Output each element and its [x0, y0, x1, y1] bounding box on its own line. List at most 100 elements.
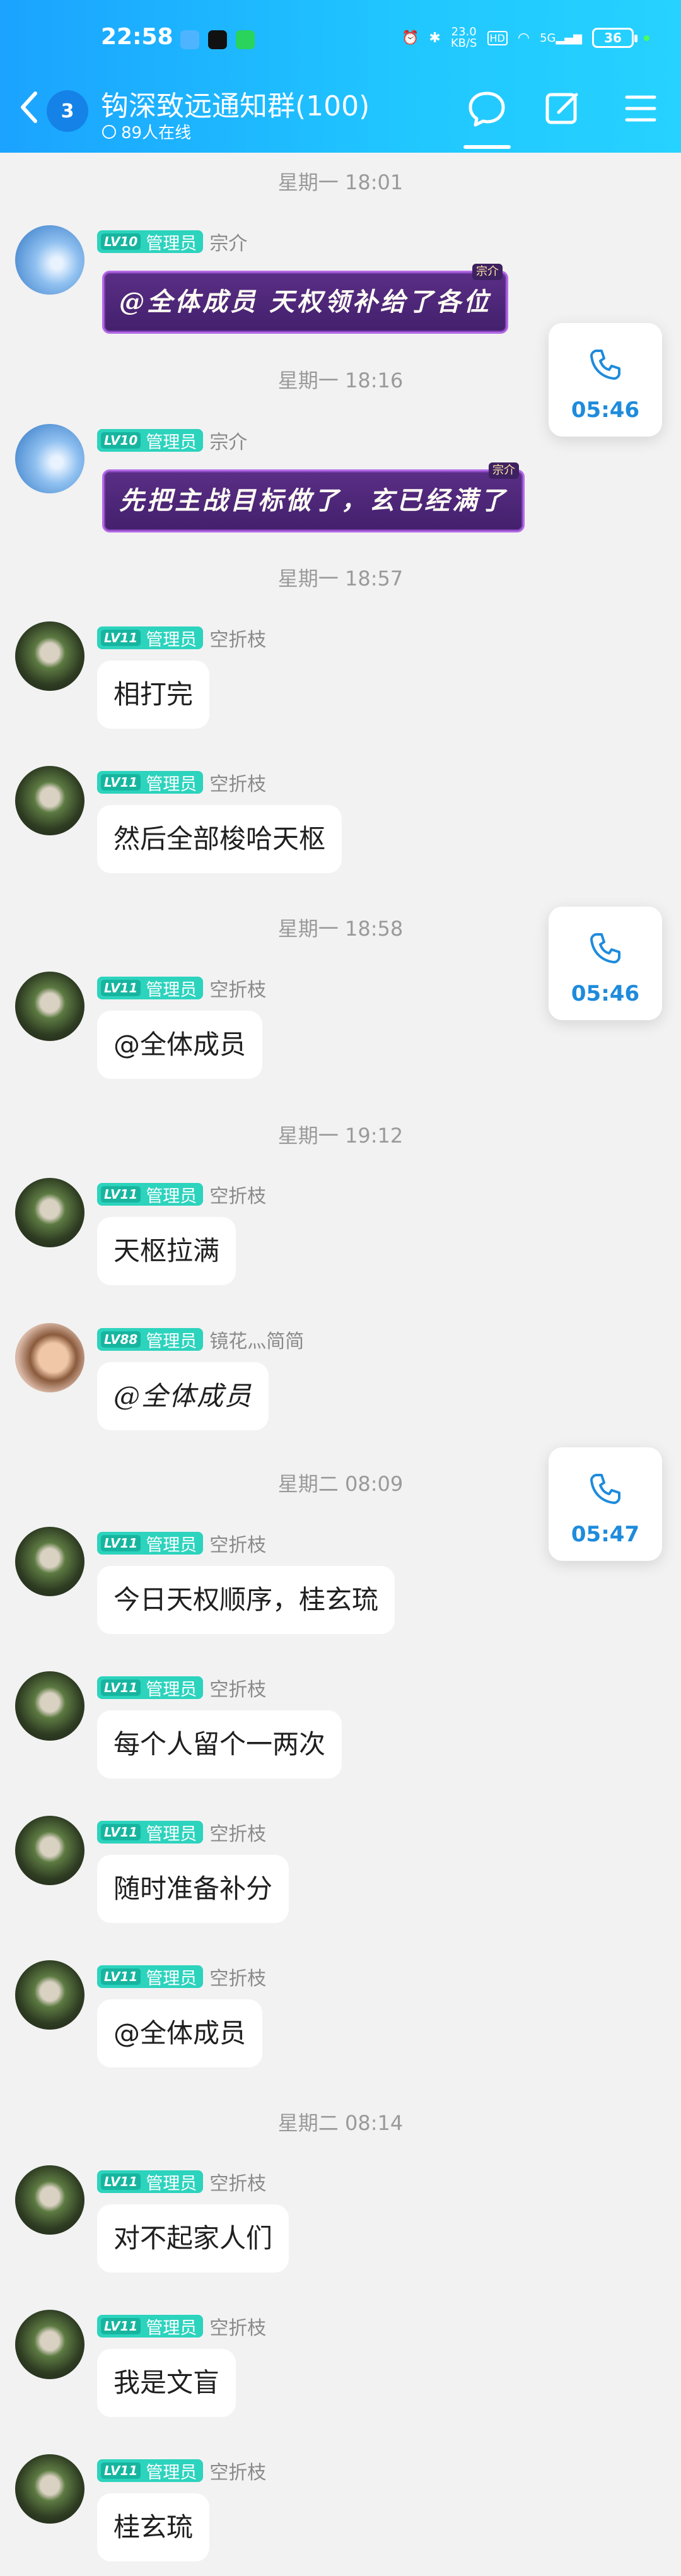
chevron-left-icon: [21, 91, 37, 123]
timestamp: 星期一 18:57: [277, 567, 404, 591]
avatar[interactable]: [15, 2165, 84, 2235]
timestamp: 星期二 08:09: [277, 1472, 404, 1496]
admin-badge: LV11 管理员: [97, 2459, 204, 2483]
message-meta: LV10 管理员 宗介: [97, 228, 247, 256]
wifi-icon: ◠: [517, 30, 530, 46]
message-meta: LV11 管理员 空折枝: [97, 1674, 266, 1702]
message-bubble[interactable]: 每个人留个一两次: [97, 1710, 342, 1779]
admin-badge: LV11 管理员: [97, 1821, 204, 1844]
battery-icon: 36: [592, 28, 637, 48]
wechat-icon: [236, 30, 255, 49]
admin-badge: LV11 管理员: [97, 626, 204, 650]
message-bubble[interactable]: 对不起家人们: [97, 2204, 289, 2273]
avatar[interactable]: [15, 1323, 84, 1392]
sender-name[interactable]: 空折枝: [209, 1818, 266, 1846]
message-meta: LV11 管理员 空折枝: [97, 624, 266, 652]
message-meta: LV88 管理员 镜花灬简简: [97, 1326, 304, 1353]
message-bubble[interactable]: 我是文盲: [97, 2349, 236, 2417]
bluetooth-icon: ✱: [429, 30, 441, 46]
avatar[interactable]: [15, 2310, 84, 2379]
sender-name[interactable]: 空折枝: [209, 974, 266, 1002]
message-bubble[interactable]: @全体成员: [97, 1999, 263, 2067]
admin-badge: LV11 管理员: [97, 1676, 204, 1700]
avatar[interactable]: [15, 1178, 84, 1247]
message-meta: LV11 管理员 空折枝: [97, 1820, 266, 1845]
avatar[interactable]: [15, 766, 84, 835]
avatar[interactable]: [15, 1816, 84, 1885]
message-bubble[interactable]: @全体成员: [97, 1362, 269, 1430]
app-icon-1: [180, 30, 199, 49]
bubble-tag: 宗介: [489, 462, 519, 479]
message-bubble[interactable]: 先把主战目标做了，玄已经满了 宗介: [102, 462, 525, 532]
sender-name[interactable]: 镜花灬简简: [209, 1326, 304, 1353]
admin-badge: LV11 管理员: [97, 2170, 204, 2194]
avatar[interactable]: [15, 424, 84, 493]
sender-name[interactable]: 宗介: [209, 228, 247, 256]
status-icons: ⏰ ✱ 23.0 KB/S HD ◠ 5G▂▄▆ 36: [402, 25, 649, 50]
net-speed: 23.0 KB/S: [450, 25, 477, 50]
message-meta: LV11 管理员 空折枝: [97, 1531, 266, 1556]
signal-icon: 5G▂▄▆: [540, 31, 582, 45]
avatar[interactable]: [15, 1527, 84, 1596]
group-title[interactable]: 钩深致远通知群(100): [101, 83, 370, 124]
alarm-icon: ⏰: [402, 30, 419, 46]
menu-icon[interactable]: [620, 88, 661, 129]
message-list[interactable]: 星期一 18:01 LV10 管理员 宗介 @全体成员 天权领补给了各位 宗介 05…: [0, 153, 681, 2576]
message-bubble[interactable]: 随时准备补分: [97, 1855, 289, 1923]
online-icon: [102, 124, 116, 139]
avatar[interactable]: [15, 972, 84, 1041]
chat-bubble-icon[interactable]: [467, 88, 507, 129]
message-bubble[interactable]: 桂玄琉: [97, 2493, 210, 2561]
avatar[interactable]: [15, 621, 84, 691]
message-bubble[interactable]: @全体成员 天权领补给了各位 宗介: [102, 264, 508, 334]
chat-header: 22:58 ⏰ ✱ 23.0 KB/S HD ◠ 5G▂▄▆ 36 3 钩深致远通…: [0, 0, 681, 153]
status-time: 22:58: [101, 24, 173, 50]
call-float-card[interactable]: 05:47: [549, 1447, 662, 1561]
sender-name[interactable]: 空折枝: [209, 1529, 266, 1557]
edit-icon[interactable]: [542, 88, 583, 129]
status-bar: 22:58 ⏰ ✱ 23.0 KB/S HD ◠ 5G▂▄▆ 36: [0, 0, 681, 69]
call-duration: 05:46: [571, 981, 640, 1006]
sender-name[interactable]: 空折枝: [209, 768, 266, 796]
timestamp: 星期一 18:16: [277, 368, 404, 392]
avatar[interactable]: [15, 225, 84, 295]
admin-badge: LV10 管理员: [97, 230, 204, 254]
message-meta: LV11 管理员 空折枝: [97, 768, 266, 796]
admin-badge: LV11 管理员: [97, 1183, 204, 1206]
avatar[interactable]: [15, 1671, 84, 1741]
message-meta: LV11 管理员 空折枝: [97, 2168, 266, 2196]
admin-badge: LV10 管理员: [97, 429, 204, 452]
sender-name[interactable]: 空折枝: [209, 1180, 266, 1208]
message-bubble[interactable]: 然后全部梭哈天枢: [97, 805, 342, 873]
timestamp: 星期一 18:58: [277, 917, 404, 941]
call-duration: 05:46: [571, 397, 640, 423]
timestamp: 星期二 08:14: [277, 2111, 404, 2135]
message-bubble[interactable]: 相打完: [97, 661, 210, 729]
sender-name[interactable]: 空折枝: [209, 2168, 266, 2196]
bubble-tag: 宗介: [472, 264, 503, 280]
message-bubble[interactable]: @全体成员: [97, 1011, 263, 1079]
message-bubble[interactable]: 今日天权顺序，桂玄琉: [97, 1566, 395, 1634]
message-meta: LV11 管理员 空折枝: [97, 2314, 266, 2339]
call-duration: 05:47: [571, 1522, 640, 1547]
admin-badge: LV11 管理员: [97, 1532, 204, 1555]
sender-name[interactable]: 宗介: [209, 426, 247, 454]
avatar[interactable]: [15, 1960, 84, 2030]
sender-name[interactable]: 空折枝: [209, 624, 266, 652]
message-bubble[interactable]: 天枢拉满: [97, 1217, 236, 1285]
message-meta: LV11 管理员 空折枝: [97, 1963, 266, 1991]
avatar[interactable]: [15, 2454, 84, 2524]
sender-name[interactable]: 空折枝: [209, 2312, 266, 2340]
message-meta: LV11 管理员 空折枝: [97, 1180, 266, 1208]
online-count: 89人在线: [102, 120, 191, 143]
message-meta: LV10 管理员 宗介: [97, 426, 247, 454]
message-meta: LV11 管理员 空折枝: [97, 975, 266, 1001]
sender-name[interactable]: 空折枝: [209, 1963, 266, 1991]
tiktok-icon: [208, 30, 227, 49]
admin-badge: LV11 管理员: [97, 771, 204, 794]
unread-count-badge[interactable]: 3: [47, 90, 88, 132]
privacy-dot: [644, 35, 649, 41]
sender-name[interactable]: 空折枝: [209, 1674, 266, 1702]
sender-name[interactable]: 空折枝: [209, 2457, 266, 2485]
hd-icon: HD: [487, 30, 508, 45]
